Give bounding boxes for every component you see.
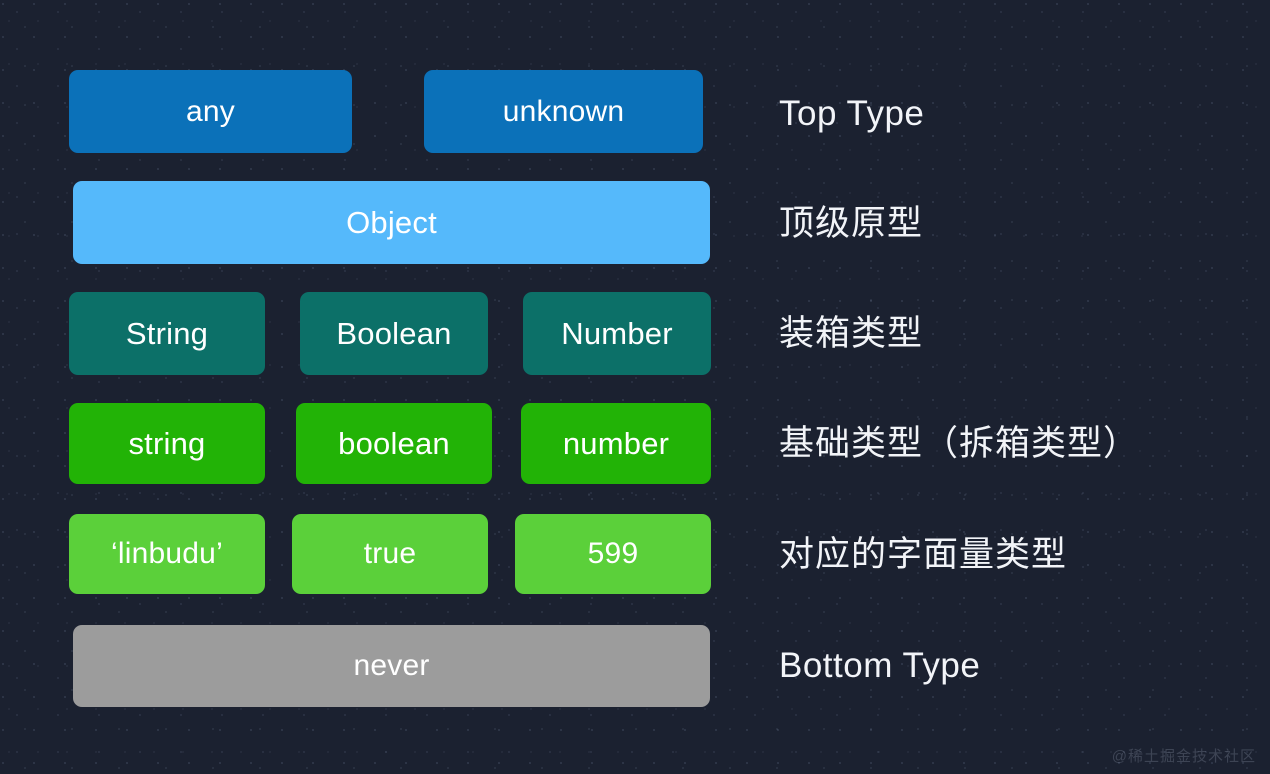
type-chip-string-primitive-label: string <box>128 426 206 461</box>
type-chip-literal-599[interactable]: 599 <box>515 514 711 594</box>
row-label-literal-types: 对应的字面量类型 <box>779 535 1068 574</box>
type-chip-number-boxed[interactable]: Number <box>523 292 711 375</box>
type-chip-unknown-label: unknown <box>502 94 625 128</box>
row-label-boxed-types: 装箱类型 <box>779 314 924 353</box>
type-chip-number-primitive-label: number <box>562 426 670 461</box>
type-chip-any[interactable]: any <box>69 70 352 153</box>
row-label-prototype: 顶级原型 <box>779 204 924 243</box>
type-chip-never-label: never <box>353 649 430 682</box>
type-chip-literal-linbudu-label: ‘linbudu’ <box>111 537 223 570</box>
type-chip-string-boxed[interactable]: String <box>69 292 265 375</box>
row-label-top-type: Top Type <box>779 94 925 133</box>
type-chip-literal-linbudu[interactable]: ‘linbudu’ <box>69 514 265 594</box>
type-chip-boolean-boxed-label: Boolean <box>336 316 452 351</box>
type-chip-literal-true-label: true <box>363 537 417 570</box>
type-chip-unknown[interactable]: unknown <box>424 70 703 153</box>
typescript-type-hierarchy-diagram: any unknown Top Type Object 顶级原型 String … <box>0 0 1270 774</box>
type-chip-string-boxed-label: String <box>125 316 209 351</box>
type-chip-never[interactable]: never <box>73 625 710 707</box>
type-chip-literal-599-label: 599 <box>587 537 639 570</box>
watermark: @稀土掘金技术社区 <box>1111 748 1256 765</box>
row-label-bottom-type: Bottom Type <box>779 646 981 685</box>
type-chip-boolean-boxed[interactable]: Boolean <box>300 292 488 375</box>
type-chip-boolean-primitive[interactable]: boolean <box>296 403 492 484</box>
type-chip-number-boxed-label: Number <box>561 316 673 351</box>
type-chip-string-primitive[interactable]: string <box>69 403 265 484</box>
type-chip-number-primitive[interactable]: number <box>521 403 711 484</box>
type-chip-literal-true[interactable]: true <box>292 514 488 594</box>
type-chip-object[interactable]: Object <box>73 181 710 264</box>
type-chip-object-label: Object <box>346 205 437 240</box>
type-chip-any-label: any <box>186 94 235 128</box>
type-chip-boolean-primitive-label: boolean <box>338 426 450 461</box>
row-label-primitive-types: 基础类型（拆箱类型） <box>779 424 1140 463</box>
